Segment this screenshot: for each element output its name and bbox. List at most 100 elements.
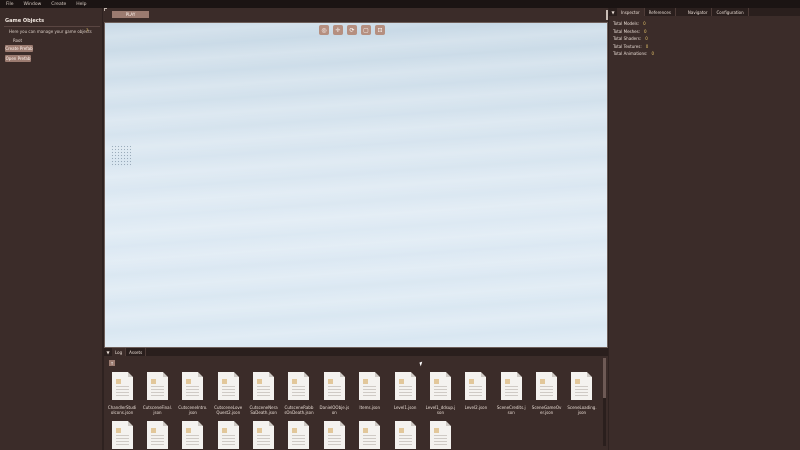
file-icon (429, 421, 451, 449)
asset-file[interactable]: SceneLoading.json (567, 372, 597, 417)
asset-file[interactable]: SceneCredits.json (497, 372, 526, 417)
scene-viewport[interactable]: ◎ ✛ ⟳ ▢ ⊡ (104, 22, 608, 348)
viewport-toolbar: PLAY (103, 8, 608, 22)
stat-value: 0 (645, 43, 649, 49)
corner-marker (104, 8, 107, 11)
stat-animations: Total Animations: 0 (613, 50, 654, 58)
menu-window[interactable]: Window (24, 2, 42, 7)
file-name: Level2.json (464, 405, 488, 410)
collapse-icon[interactable]: ▼ (609, 8, 617, 16)
file-icon (500, 372, 522, 400)
asset-file[interactable]: CutsceneRabbsOnDeath.json (284, 372, 314, 417)
file-icon (146, 372, 168, 400)
file-name: SceneGameOver.json (531, 405, 562, 415)
collapse-icon[interactable]: ▼ (104, 348, 112, 356)
file-icon (182, 421, 204, 449)
asset-file[interactable] (426, 421, 454, 450)
asset-file[interactable] (179, 421, 207, 450)
scrollbar-thumb[interactable] (603, 358, 606, 398)
asset-file[interactable]: Level2.json (462, 372, 490, 417)
asset-file[interactable] (214, 421, 242, 450)
asset-file[interactable]: Items.json (356, 372, 384, 417)
splitter-handle[interactable] (606, 10, 608, 20)
stat-textures: Total Textures: 0 (613, 43, 654, 51)
tab-navigator[interactable]: Navigator (684, 8, 713, 16)
asset-file[interactable] (320, 421, 348, 450)
divider (4, 26, 100, 27)
asset-file[interactable]: Level1.json (391, 372, 419, 417)
inspector-panel: ▼ Inspector References Navigator Configu… (609, 8, 800, 450)
help-text: Here you can manage your game objects (9, 29, 92, 34)
asset-file[interactable] (250, 421, 278, 450)
scene-dots (111, 145, 131, 167)
question-icon[interactable]: ? (86, 29, 91, 34)
asset-scrollbar[interactable] (603, 358, 606, 446)
rotate-icon[interactable]: ⟳ (347, 25, 357, 35)
folder-up-button[interactable]: ↑ (109, 360, 115, 366)
create-prefab-button[interactable]: Create Prefab (5, 45, 33, 52)
asset-file[interactable]: CutsceneFinal.json (142, 372, 173, 417)
snap-icon[interactable]: ⊡ (375, 25, 385, 35)
file-icon (288, 421, 310, 449)
file-icon (111, 372, 133, 400)
stat-label: Total Textures: (613, 43, 642, 49)
file-icon (429, 372, 451, 400)
file-icon (323, 372, 345, 400)
bottom-panel: ▼ Log Assets ↑ ChandlerStudioIcons.json C… (104, 348, 608, 450)
file-name: CutsceneRabbsOnDeath.json (284, 405, 314, 415)
asset-file[interactable]: ChandlerStudioIcons.json (108, 372, 136, 417)
stat-value: 0 (644, 28, 647, 34)
file-icon (288, 372, 310, 400)
tab-assets[interactable]: Assets (126, 348, 147, 356)
file-icon (465, 372, 487, 400)
asset-file[interactable] (108, 421, 136, 450)
file-icon (394, 421, 416, 449)
asset-file[interactable]: DanielOObje.json (319, 372, 350, 417)
asset-file[interactable] (391, 421, 419, 450)
stat-value: 0 (651, 51, 654, 57)
stat-label: Total Shaders: (613, 36, 642, 42)
file-name: Level1.json (393, 405, 417, 410)
asset-grid: ChandlerStudioIcons.json CutsceneFinal.js… (108, 372, 598, 450)
tab-references[interactable]: References (645, 8, 676, 16)
game-objects-panel: Game Objects Here you can manage your ga… (0, 8, 102, 450)
asset-file[interactable]: CutsceneNeraSaDeath.json (250, 372, 278, 417)
asset-file[interactable] (356, 421, 384, 450)
play-button[interactable]: PLAY (112, 11, 149, 18)
file-icon (217, 372, 239, 400)
menu-help[interactable]: Help (76, 2, 86, 7)
file-name: DanielOObje.json (319, 405, 350, 415)
tab-inspector[interactable]: Inspector (617, 8, 645, 16)
move-icon[interactable]: ✛ (333, 25, 343, 35)
file-icon (359, 372, 381, 400)
asset-file[interactable]: CutsceneLoveQuest2.json (214, 372, 242, 417)
tab-log[interactable]: Log (112, 348, 127, 356)
scale-icon[interactable]: ▢ (361, 25, 371, 35)
asset-file[interactable] (143, 421, 171, 450)
file-name: ChandlerStudioIcons.json (108, 405, 137, 415)
asset-file[interactable]: CutsceneIntro.json (178, 372, 207, 417)
open-prefab-button[interactable]: Open Prefab (5, 55, 31, 62)
stat-shaders: Total Shaders: 0 (613, 35, 654, 43)
select-icon[interactable]: ◎ (319, 25, 329, 35)
file-icon (571, 372, 593, 400)
stat-value: 0 (645, 36, 648, 42)
file-icon (536, 372, 558, 400)
stat-models: Total Models: 0 (613, 20, 654, 28)
asset-file[interactable]: SceneGameOver.json (531, 372, 562, 417)
file-name: Level1_ddsup.json (425, 405, 456, 415)
file-icon (253, 421, 275, 449)
tab-configuration[interactable]: Configuration (712, 8, 749, 16)
asset-file[interactable]: Level1_ddsup.json (425, 372, 456, 417)
file-icon (182, 372, 204, 400)
tree-item-root[interactable]: Root (13, 38, 22, 43)
menu-create[interactable]: Create (51, 2, 66, 7)
file-icon (111, 421, 133, 449)
file-icon (253, 372, 275, 400)
stat-label: Total Meshes: (613, 28, 641, 34)
file-name: CutsceneFinal.json (142, 405, 173, 415)
asset-file[interactable] (285, 421, 313, 450)
file-name: SceneLoading.json (567, 405, 597, 415)
stat-value: 0 (643, 21, 646, 27)
menu-file[interactable]: File (6, 2, 14, 7)
